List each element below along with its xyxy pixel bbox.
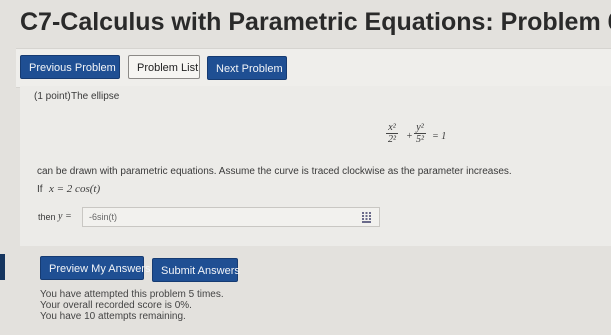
problem-navbar: Previous Problem Problem List Next Probl… xyxy=(16,48,611,88)
score-text: Your overall recorded score is 0%. xyxy=(40,300,192,311)
equation-y-fraction: y² 5² xyxy=(414,122,426,145)
equation-x-fraction: x² 2² xyxy=(386,122,398,145)
equation-plus: + xyxy=(406,131,413,142)
problem-list-button[interactable]: Problem List xyxy=(128,55,200,79)
page-title: C7-Calculus with Parametric Equations: P… xyxy=(20,8,611,36)
problem-intro: The ellipse xyxy=(71,91,120,102)
equation-y-numerator: y² xyxy=(414,122,426,134)
equation-rhs: = 1 xyxy=(432,131,447,142)
if-label: If xyxy=(37,184,43,195)
preview-answers-button[interactable]: Preview My Answers xyxy=(40,256,150,280)
remaining-text: You have 10 attempts remaining. xyxy=(40,311,186,322)
equation-x-numerator: x² xyxy=(386,122,398,134)
previous-problem-button[interactable]: Previous Problem xyxy=(20,55,120,79)
equation-y-denominator: 5² xyxy=(416,134,424,145)
equation-x-denominator: 2² xyxy=(388,134,396,145)
attempts-text: You have attempted this problem 5 times. xyxy=(40,289,224,300)
next-problem-button[interactable]: Next Problem xyxy=(207,56,287,80)
y-answer-input[interactable]: -6sin(t) xyxy=(82,207,380,227)
then-label: then xyxy=(38,212,56,222)
problem-points: (1 point) xyxy=(34,91,71,102)
submit-answers-button[interactable]: Submit Answers xyxy=(152,258,240,282)
grid-icon[interactable] xyxy=(362,212,371,223)
problem-description: can be drawn with parametric equations. … xyxy=(37,166,512,177)
y-label: y = xyxy=(58,211,72,222)
y-answer-value: -6sin(t) xyxy=(89,212,118,222)
x-expression: x = 2 cos(t) xyxy=(49,183,101,195)
sidebar-marker xyxy=(0,254,5,280)
